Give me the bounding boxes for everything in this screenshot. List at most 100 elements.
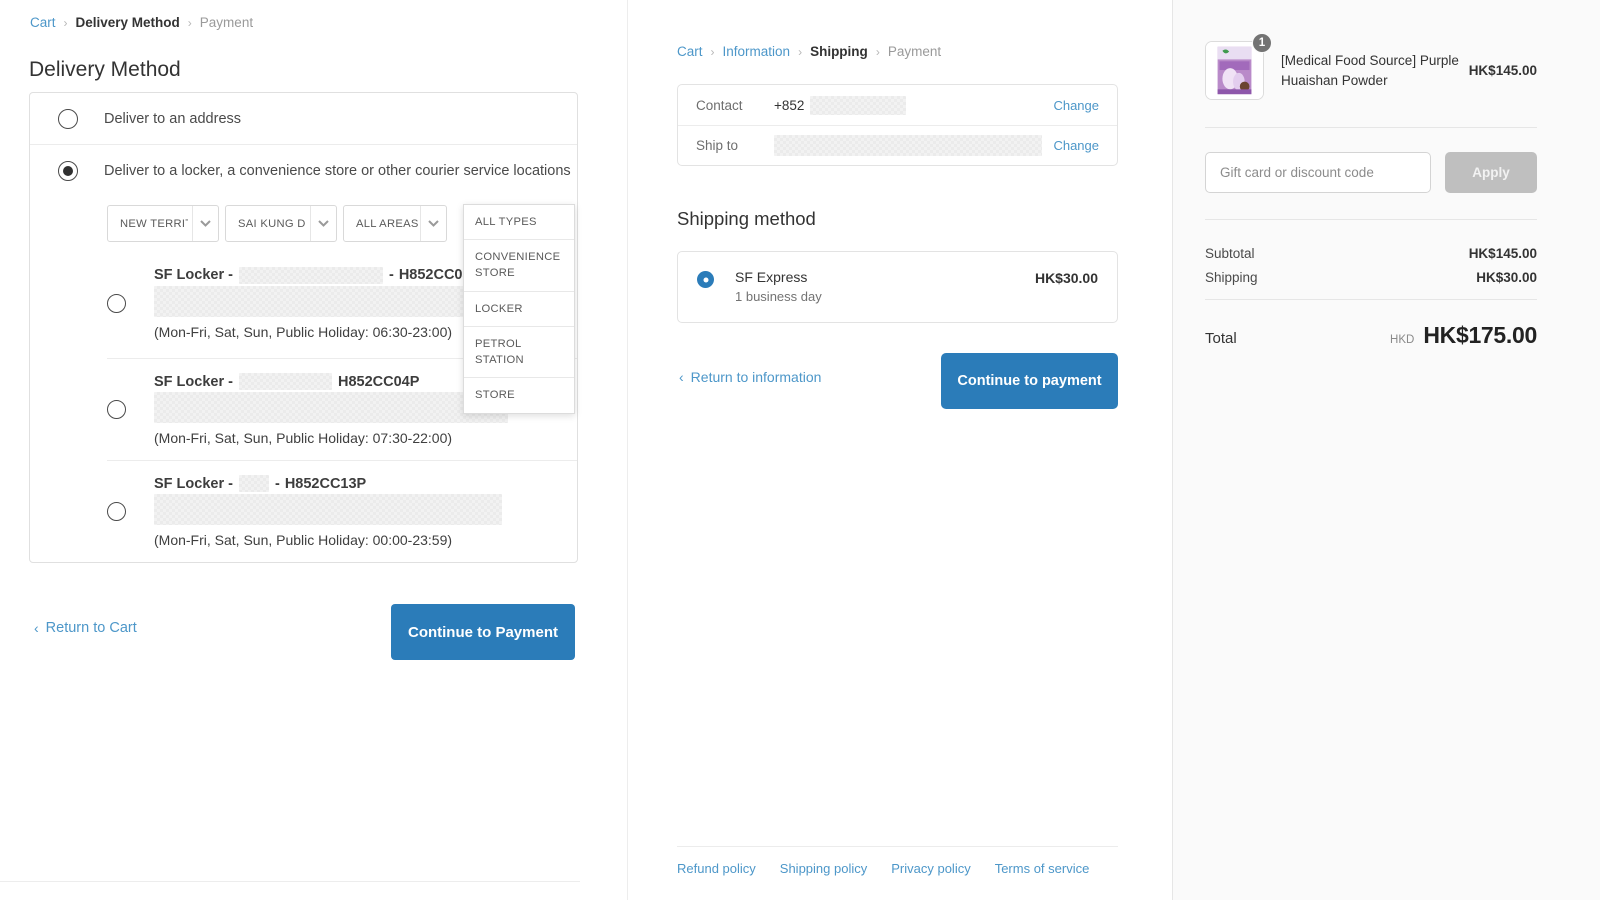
redacted-ship-to-address (774, 135, 1042, 156)
radio-locker-h852cc04p[interactable] (107, 400, 126, 419)
radio-locker-h852cc03p[interactable] (107, 294, 126, 313)
contact-label: Contact (696, 98, 774, 113)
breadcrumb-cart-link[interactable]: Cart (30, 15, 56, 30)
locker-name-mid: - (275, 476, 280, 492)
grand-total-row: Total HKD HK$175.00 (1205, 322, 1537, 349)
shipping-row: Shipping HK$30.00 (1205, 270, 1537, 285)
product-name: [Medical Food Source] Purple Huaishan Po… (1281, 51, 1469, 90)
type-option-convenience-store[interactable]: CONVENIENCE STORE (464, 239, 574, 290)
redacted-locker-address (154, 392, 508, 423)
breadcrumb-payment: Payment (888, 44, 941, 59)
radio-sf-express[interactable] (697, 271, 714, 288)
area-select[interactable]: ALL AREAS (343, 205, 447, 242)
type-option-petrol-station[interactable]: PETROL STATION (464, 326, 574, 377)
return-to-cart-label: Return to Cart (46, 620, 137, 636)
chevron-left-icon: ‹ (679, 369, 684, 385)
breadcrumb-delivery-method: Delivery Method (76, 15, 180, 30)
page-title: Delivery Method (29, 58, 181, 82)
district-select-value: SAI KUNG DIST… (238, 218, 306, 230)
breadcrumb-information-link[interactable]: Information (723, 44, 791, 59)
change-contact-link[interactable]: Change (1053, 98, 1099, 113)
product-thumbnail-wrap: 1 (1205, 41, 1264, 100)
type-option-all-types[interactable]: ALL TYPES (464, 205, 574, 239)
return-to-cart-link[interactable]: ‹ Return to Cart (34, 620, 137, 636)
district-select[interactable]: SAI KUNG DIST… (225, 205, 337, 242)
breadcrumb-separator-icon: › (64, 17, 68, 29)
shipping-method-eta: 1 business day (735, 289, 1035, 304)
locker-filters: NEW TERRITOR… SAI KUNG DIST… ALL AREAS (107, 205, 577, 242)
region-select[interactable]: NEW TERRITOR… (107, 205, 219, 242)
radio-deliver-to-address[interactable] (58, 109, 78, 129)
chevron-down-icon (192, 206, 218, 241)
locker-name-prefix: SF Locker - (154, 476, 233, 492)
cart-line-item: 1 [Medical Food Source] Purple Huaishan … (1205, 41, 1537, 100)
discount-code-input[interactable] (1205, 152, 1431, 193)
radio-locker-h852cc13p[interactable] (107, 502, 126, 521)
redacted-contact-phone (810, 96, 906, 115)
delivery-option-locker[interactable]: Deliver to a locker, a convenience store… (58, 145, 577, 197)
order-totals: Subtotal HK$145.00 Shipping HK$30.00 (1205, 246, 1537, 285)
product-image-svg (1206, 42, 1263, 99)
total-label: Total (1205, 330, 1237, 347)
grand-total-divider (1205, 299, 1537, 300)
return-to-information-link[interactable]: ‹ Return to information (679, 369, 821, 385)
shipping-label: Shipping (1205, 270, 1258, 285)
continue-to-payment-button[interactable]: Continue to Payment (391, 604, 575, 660)
shipping-method-price: HK$30.00 (1035, 270, 1098, 286)
locker-list-item[interactable]: SF Locker - - H852CC13P (Mon-Fri, Sat, S… (107, 460, 577, 562)
terms-of-service-link[interactable]: Terms of service (995, 861, 1090, 876)
privacy-policy-link[interactable]: Privacy policy (891, 861, 970, 876)
shipping-policy-link[interactable]: Shipping policy (780, 861, 867, 876)
chevron-down-icon (310, 206, 336, 241)
left-panel-divider (0, 881, 580, 882)
left-breadcrumb: Cart › Delivery Method › Payment (30, 15, 253, 30)
locker-code: H852CC13P (285, 476, 366, 492)
contact-value: +852 (774, 96, 1053, 115)
delivery-method-panel: Cart › Delivery Method › Payment Deliver… (0, 0, 628, 900)
order-summary-panel: 1 [Medical Food Source] Purple Huaishan … (1172, 0, 1600, 900)
breadcrumb-separator-icon: › (798, 45, 802, 59)
left-panel-actions: ‹ Return to Cart Continue to Payment (29, 604, 575, 660)
apply-discount-button[interactable]: Apply (1445, 152, 1537, 193)
redacted-locker-name (239, 475, 269, 492)
center-panel-actions: ‹ Return to information Continue to paym… (677, 353, 1118, 409)
chevron-left-icon: ‹ (34, 620, 39, 636)
ship-to-row: Ship to Change (678, 125, 1117, 165)
breadcrumb-separator-icon: › (711, 45, 715, 59)
breadcrumb-cart-link[interactable]: Cart (677, 44, 703, 59)
subtotal-label: Subtotal (1205, 246, 1255, 261)
redacted-locker-name (239, 373, 332, 390)
center-breadcrumb: Cart › Information › Shipping › Payment (677, 44, 1118, 59)
type-select-dropdown[interactable]: ALL TYPES CONVENIENCE STORE LOCKER PETRO… (463, 204, 575, 414)
locker-hours: (Mon-Fri, Sat, Sun, Public Holiday: 07:3… (154, 430, 577, 446)
region-select-value: NEW TERRITOR… (120, 218, 188, 230)
breadcrumb-shipping: Shipping (810, 44, 868, 59)
type-option-store[interactable]: STORE (464, 377, 574, 412)
radio-deliver-to-locker[interactable] (58, 161, 78, 181)
product-price: HK$145.00 (1469, 63, 1537, 78)
shipping-method-option[interactable]: SF Express 1 business day HK$30.00 (677, 251, 1118, 323)
total-amount: HK$175.00 (1423, 322, 1537, 349)
locker-hours: (Mon-Fri, Sat, Sun, Public Holiday: 00:0… (154, 532, 577, 548)
delivery-option-locker-block: Deliver to a locker, a convenience store… (30, 145, 577, 562)
delivery-option-locker-label: Deliver to a locker, a convenience store… (104, 163, 571, 179)
locker-details: SF Locker - - H852CC13P (Mon-Fri, Sat, S… (154, 475, 577, 548)
breadcrumb-payment: Payment (200, 15, 253, 30)
redacted-locker-address (154, 286, 508, 317)
refund-policy-link[interactable]: Refund policy (677, 861, 756, 876)
shipping-panel: Cart › Information › Shipping › Payment … (628, 0, 1172, 900)
continue-to-payment-button[interactable]: Continue to payment (941, 353, 1118, 409)
checkout-screen: Cart › Delivery Method › Payment Deliver… (0, 0, 1600, 900)
change-ship-to-link[interactable]: Change (1053, 138, 1099, 153)
delivery-option-address[interactable]: Deliver to an address (30, 93, 577, 145)
delivery-option-address-label: Deliver to an address (104, 111, 241, 127)
subtotal-row: Subtotal HK$145.00 (1205, 246, 1537, 261)
locker-address (154, 494, 577, 528)
contact-phone-prefix: +852 (774, 98, 804, 113)
quantity-badge: 1 (1252, 33, 1272, 53)
discount-form: Apply (1205, 152, 1537, 193)
locker-name-mid: - (389, 267, 394, 283)
summary-divider (1205, 127, 1537, 128)
type-option-locker[interactable]: LOCKER (464, 291, 574, 326)
total-currency: HKD (1390, 334, 1414, 346)
